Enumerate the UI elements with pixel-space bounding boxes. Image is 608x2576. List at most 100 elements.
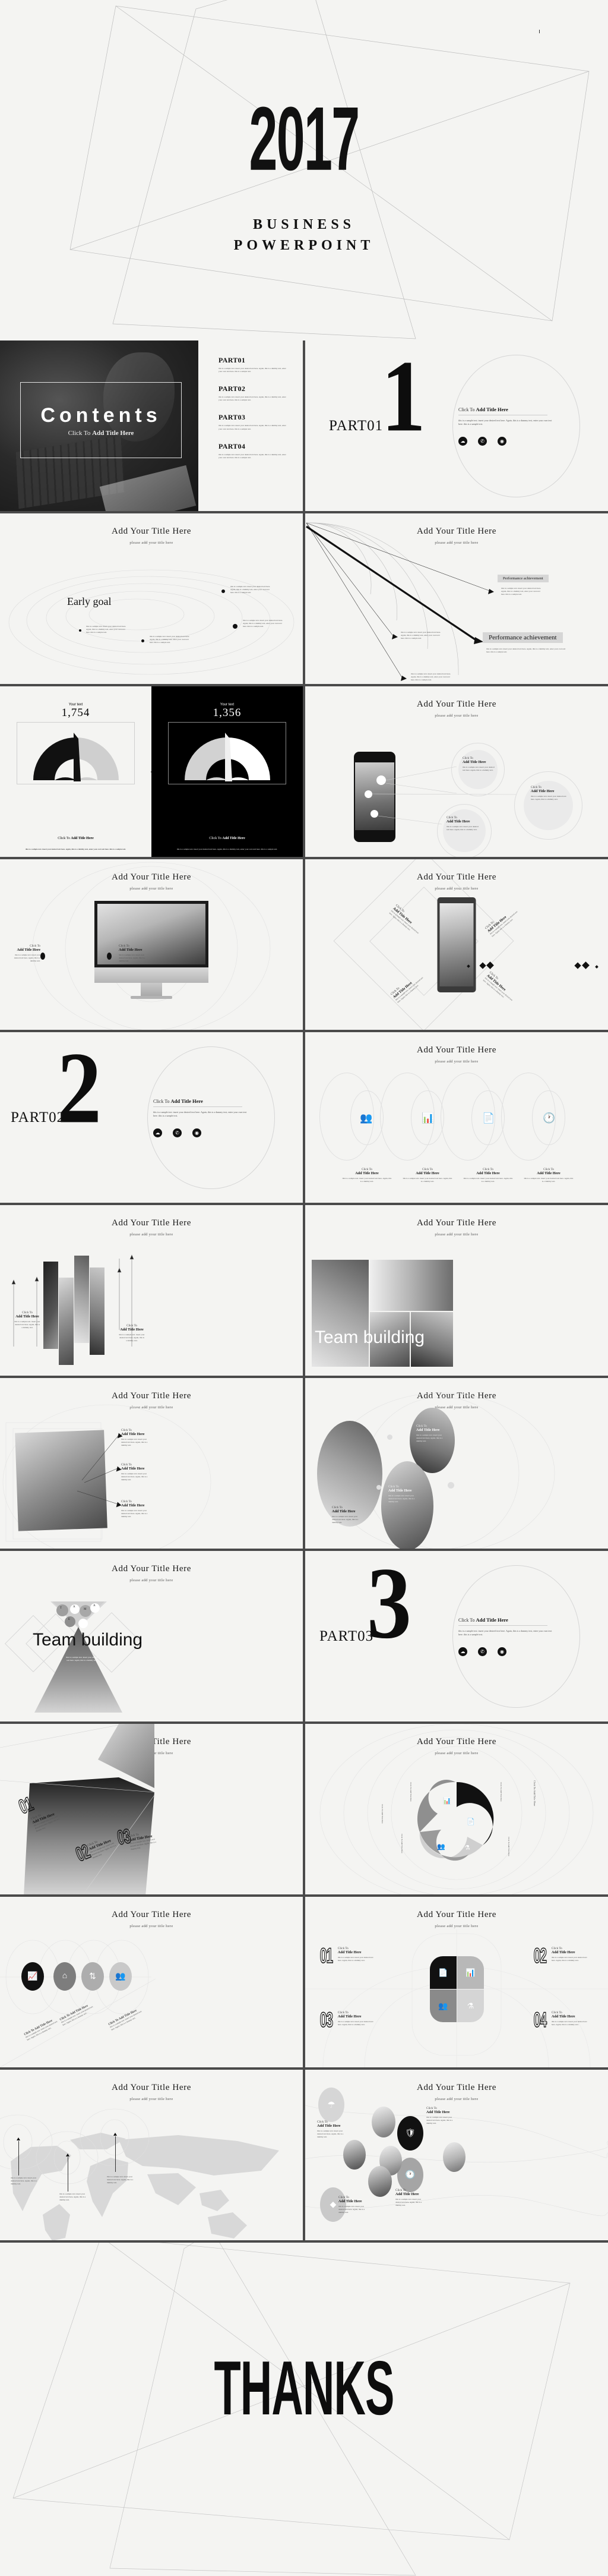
cloud-icon[interactable]: ☁ — [458, 1647, 467, 1656]
circle-photo-callout[interactable]: Click To Add Title Here this is a sample… — [388, 1485, 417, 1503]
slide-divider-part01[interactable]: 1 PART01 Click To Add Title Here this is… — [305, 340, 608, 511]
swirl-label[interactable]: Click To Add Title Here — [400, 1834, 403, 1865]
exchange-icon[interactable]: ⇅ — [81, 1962, 104, 1991]
umbrella-icon[interactable]: ☂ — [318, 2088, 344, 2122]
swirl-label[interactable]: Click To Add Title Here — [409, 1782, 412, 1813]
slide-imac[interactable]: Add Your Title Here please add your titl… — [0, 859, 303, 1030]
callout-title: Add Title Here — [395, 2192, 419, 2196]
swirl-label[interactable]: Click To Add Title Here — [532, 1780, 536, 1816]
callout-3[interactable]: Click To Add Title Here this is a sample… — [446, 816, 481, 831]
swirl-label[interactable]: Click To Add Title Here — [381, 1804, 384, 1839]
weibo-icon[interactable]: ◉ — [498, 1647, 506, 1656]
bar-chart-icon[interactable]: 📊 — [422, 1112, 434, 1124]
contents-photo: Contents Click To Add Title Here — [0, 340, 198, 511]
imac-left-callout[interactable]: Click To Add Title Here this is a sample… — [12, 944, 40, 963]
laptop-callout[interactable]: Click To Add Title Here this is a sample… — [121, 1429, 150, 1447]
quad-item-02[interactable]: 02 Click To Add Title Here this is a sam… — [532, 1943, 588, 1968]
slide-phone-callouts[interactable]: Add Your Title Here please add your titl… — [305, 686, 608, 857]
bullet-marker — [107, 953, 112, 960]
wechat-icon[interactable]: ✆ — [173, 1128, 182, 1137]
slide-row-6: Add Your Title Here please add your titl… — [0, 1205, 608, 1376]
slide-divider-part03[interactable]: 3 PART03 Click To Add Title Here this is… — [305, 1551, 608, 1721]
people-icon[interactable]: 👥 — [360, 1112, 372, 1124]
team-callout[interactable]: Click To Add Title Here this is a sample… — [395, 2189, 426, 2207]
icon-caption[interactable]: Click To Add Title Here this is a sample… — [524, 1168, 574, 1183]
performance-tag-small: Performance achievement — [498, 575, 549, 582]
callout-title: Add Title Here — [121, 1503, 145, 1508]
home-icon[interactable]: ⌂ — [53, 1962, 76, 1991]
contents-click-light: Click To — [68, 429, 93, 437]
circle-photo-callout[interactable]: Click To Add Title Here this is a sample… — [332, 1506, 360, 1524]
weibo-icon[interactable]: ◉ — [498, 436, 506, 446]
slide-city-numbers[interactable]: Add Your Title Here please add your titl… — [0, 1724, 303, 1894]
swirl-label[interactable]: Click To Add Title Here — [499, 1782, 502, 1813]
weibo-icon[interactable]: ◉ — [192, 1128, 201, 1137]
slide-world-map[interactable]: Add Your Title Here please add your titl… — [0, 2070, 303, 2240]
people-icon[interactable]: 👥 — [109, 1962, 132, 1991]
divider-oval-outline — [452, 1565, 580, 1708]
slide-triangle-team[interactable]: Add Your Title Here please add your titl… — [0, 1551, 303, 1721]
slide-performance[interactable]: Add Your Title Here please add your titl… — [305, 513, 608, 684]
team-callout[interactable]: Click To Add Title Here this is a sample… — [338, 2196, 369, 2214]
slide-photo-stripes[interactable]: Add Your Title Here please add your titl… — [0, 1205, 303, 1376]
people-icon[interactable]: 👥 — [430, 1989, 457, 2022]
slide-cover[interactable]: 2017 BUSINESS POWERPOINT — [0, 0, 608, 340]
clock-icon[interactable]: 🕐 — [543, 1112, 555, 1124]
icon-caption[interactable]: Click To Add Title Here this is a sample… — [403, 1168, 452, 1183]
wechat-icon[interactable]: ✆ — [478, 436, 487, 446]
circle-photo-callout[interactable]: Click To Add Title Here this is a sample… — [416, 1424, 445, 1443]
connector-dot — [448, 1482, 454, 1489]
bar-chart-icon[interactable]: 📊 — [457, 1956, 484, 1989]
slide-circle-photos[interactable]: Add Your Title Here please add your titl… — [305, 1378, 608, 1549]
quad-item-04[interactable]: 04 Click To Add Title Here this is a sam… — [532, 2007, 588, 2032]
slide-team-mosaic[interactable]: Add Your Title Here please add your titl… — [305, 1205, 608, 1376]
callout-2[interactable]: Click To Add Title Here this is a sample… — [531, 786, 566, 801]
team-callout[interactable]: Click To Add Title Here this is a sample… — [317, 2120, 348, 2139]
list-item[interactable]: PART01 this is a sample text. insert you… — [218, 356, 290, 373]
slide-contents[interactable]: Contents Click To Add Title Here PART01 … — [0, 340, 303, 511]
laptop-callout[interactable]: Click To Add Title Here this is a sample… — [121, 1463, 150, 1481]
quad-item-03[interactable]: 03 Click To Add Title Here this is a sam… — [318, 2007, 375, 2032]
list-item[interactable]: PART02 this is a sample text. insert you… — [218, 384, 290, 402]
callout-body: this is a sample text. insert your desir… — [338, 2205, 365, 2214]
imac-right-callout[interactable]: Click To Add Title Here this is a sample… — [119, 944, 147, 963]
cloud-icon[interactable]: ☁ — [153, 1128, 162, 1137]
team-callout[interactable]: Click To Add Title Here this is a sample… — [426, 2107, 457, 2125]
divider-text-block: Click To Add Title Here this is a sample… — [452, 340, 595, 511]
slide-early-goal[interactable]: Add Your Title Here please add your titl… — [0, 513, 303, 684]
slide-diagonal-icons[interactable]: Add Your Title Here please add your titl… — [0, 1897, 303, 2067]
slide-umbrella-gauges[interactable]: Your text 1,754 Click To Add Title Here — [0, 686, 303, 857]
document-icon[interactable]: 📄 — [430, 1956, 457, 1989]
quad-item-01[interactable]: 01 Click To Add Title Here this is a sam… — [318, 1943, 375, 1968]
slide-four-icons[interactable]: Add Your Title Here please add your titl… — [305, 1032, 608, 1203]
stripe-callout-right[interactable]: Click To Add Title Here this is a sample… — [119, 1324, 145, 1342]
stripe-callout-left[interactable]: Click To Add Title Here this is a sample… — [14, 1311, 40, 1329]
document-chart-icon[interactable]: 📈 — [21, 1962, 44, 1991]
slide-laptop-callouts[interactable]: Add Your Title Here please add your titl… — [0, 1378, 303, 1549]
gauge-caption-light: Click To — [209, 837, 223, 840]
wechat-icon[interactable]: ✆ — [478, 1647, 487, 1656]
callout-1[interactable]: Click To Add Title Here this is a sample… — [463, 756, 497, 772]
document-icon[interactable]: 📄 — [482, 1112, 495, 1124]
divider-head-bold: Add Title Here — [476, 1616, 508, 1623]
cloud-icon[interactable]: ☁ — [458, 436, 467, 446]
tablet-callout[interactable]: Click To Add Title Here this is a sample… — [482, 971, 519, 1005]
list-item[interactable]: PART03 this is a sample text. insert you… — [218, 413, 290, 430]
slide-tablet-diamonds[interactable]: Add Your Title Here please add your titl… — [305, 859, 608, 1030]
slide-quad[interactable]: Add Your Title Here please add your titl… — [305, 1897, 608, 2067]
laptop-callout[interactable]: Click To Add Title Here this is a sample… — [121, 1500, 150, 1518]
quad-number: 01 — [319, 1943, 333, 1968]
map-pin-line — [18, 2141, 19, 2175]
list-item[interactable]: PART04 this is a sample text. insert you… — [218, 442, 290, 459]
icon-caption[interactable]: Click To Add Title Here this is a sample… — [463, 1168, 513, 1183]
slide-divider-part02[interactable]: 2 PART02 Click To Add Title Here this is… — [0, 1032, 303, 1203]
slide-team-people[interactable]: Add Your Title Here please add your titl… — [305, 2070, 608, 2240]
shield-icon[interactable]: 🛡 — [397, 2116, 423, 2151]
swirl-label[interactable]: Click To Add Title Here — [507, 1837, 510, 1868]
slide-swirl[interactable]: Add Your Title Here please add your titl… — [305, 1724, 608, 1894]
team-letter: A — [93, 1604, 96, 1607]
icon-caption[interactable]: Click To Add Title Here this is a sample… — [342, 1168, 392, 1183]
slide-thanks[interactable]: THANKS — [0, 2243, 608, 2576]
callout-body: this is a sample text. insert your desir… — [119, 954, 145, 963]
flask-icon[interactable]: ⚗ — [457, 1989, 484, 2022]
